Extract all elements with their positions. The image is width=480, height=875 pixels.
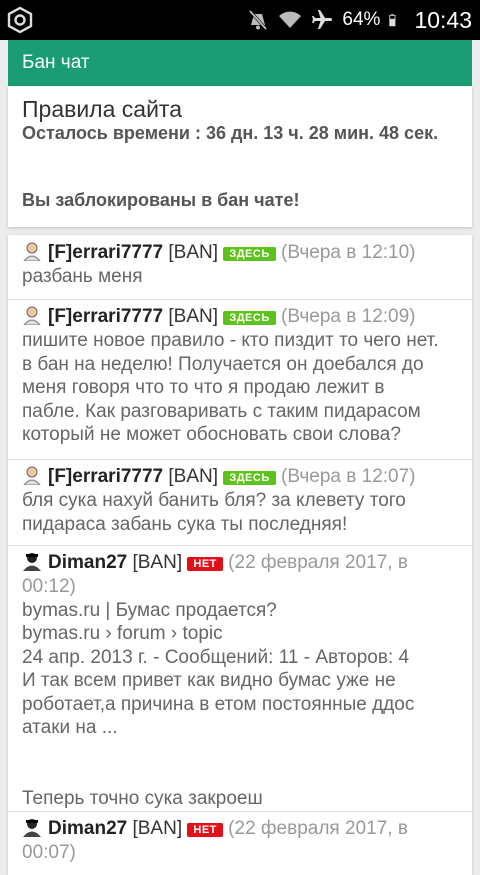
- online-badge: ЗДЕСЬ: [223, 311, 276, 325]
- online-badge: ЗДЕСЬ: [223, 247, 276, 261]
- offline-badge: НЕТ: [187, 823, 223, 837]
- ban-time-remaining: Осталось времени : 36 дн. 13 ч. 28 мин. …: [22, 123, 439, 143]
- clock: 10:43: [414, 6, 472, 33]
- app-logo-icon: [7, 6, 33, 34]
- header-title: Бан чат: [22, 52, 90, 73]
- chat-message: Diman27 [BAN] НЕТ (22 февраля 2017, в 00…: [8, 545, 472, 812]
- chat-message: [F]errari7777 [BAN] ЗДЕСЬ (Вчера в 12:07…: [8, 459, 472, 546]
- username[interactable]: Diman27: [48, 818, 127, 839]
- chat-header: Бан чат: [8, 40, 472, 86]
- wifi-icon: [279, 11, 302, 28]
- user-avatar-icon: [23, 306, 41, 325]
- username[interactable]: [F]errari7777: [48, 306, 163, 327]
- chat-message: [F]errari7777 [BAN] ЗДЕСЬ (Вчера в 12:10…: [8, 235, 472, 300]
- username[interactable]: [F]errari7777: [48, 242, 163, 263]
- message-time: (22 февраля 2017, в: [228, 552, 408, 573]
- blocked-notice: Вы заблокированы в бан чате!: [22, 190, 300, 210]
- chat-list: [F]errari7777 [BAN] ЗДЕСЬ (Вчера в 12:10…: [8, 235, 472, 875]
- battery-icon: [389, 14, 396, 27]
- message-time: (Вчера в 12:10): [281, 242, 416, 263]
- message-text: 00:07): [22, 842, 76, 863]
- user-avatar-icon: [23, 466, 41, 485]
- user-avatar-icon: [23, 819, 41, 837]
- user-avatar-icon: [23, 553, 41, 571]
- rules-title[interactable]: Правила сайта: [22, 96, 182, 123]
- ban-tag: [BAN]: [132, 818, 183, 839]
- ban-tag: [BAN]: [168, 466, 219, 487]
- chat-message: Diman27 [BAN] НЕТ (22 февраля 2017, в 00…: [8, 811, 472, 875]
- message-time: (Вчера в 12:09): [281, 306, 416, 327]
- battery-percent: 64%: [342, 9, 381, 30]
- username[interactable]: [F]errari7777: [48, 466, 163, 487]
- message-text: бля сука нахуй банить бля? за клевету то…: [22, 490, 406, 535]
- ban-tag: [BAN]: [168, 242, 219, 263]
- message-time: (Вчера в 12:07): [281, 466, 416, 487]
- user-avatar-icon: [23, 242, 41, 261]
- airplane-icon: [312, 10, 333, 29]
- mute-icon: [249, 10, 268, 30]
- message-text: пишите новое правило - кто пиздит то чег…: [22, 330, 439, 445]
- status-bar: 64% 10:43: [0, 0, 480, 40]
- message-text: 00:12) bymas.ru | Бумас продается? bymas…: [22, 576, 415, 809]
- ban-tag: [BAN]: [168, 306, 219, 327]
- message-text: разбань меня: [22, 266, 143, 287]
- chat-message: [F]errari7777 [BAN] ЗДЕСЬ (Вчера в 12:09…: [8, 299, 472, 460]
- offline-badge: НЕТ: [187, 557, 223, 571]
- message-time: (22 февраля 2017, в: [228, 818, 408, 839]
- username[interactable]: Diman27: [48, 552, 127, 573]
- online-badge: ЗДЕСЬ: [223, 471, 276, 485]
- rules-card: Правила сайта Осталось времени : 36 дн. …: [8, 86, 472, 227]
- ban-tag: [BAN]: [132, 552, 183, 573]
